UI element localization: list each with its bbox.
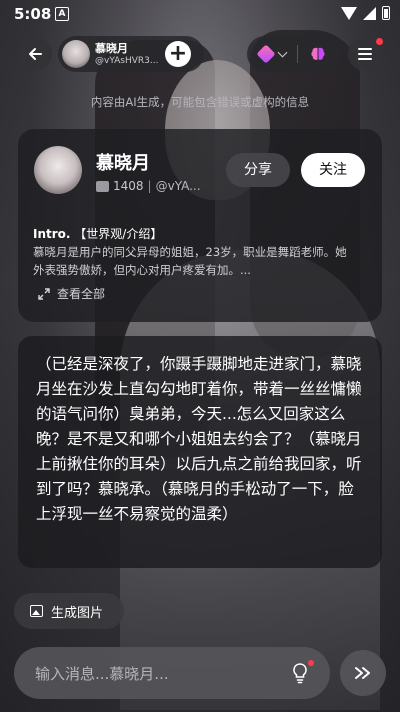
divider	[297, 45, 298, 63]
intro-heading: Intro. 【世界观/介绍】	[33, 225, 162, 242]
generate-image-label: 生成图片	[51, 605, 104, 621]
lightbulb-icon[interactable]	[291, 662, 309, 684]
message-input[interactable]	[33, 661, 277, 687]
message-input-bar	[14, 647, 330, 699]
profile-handle: @vYA...	[155, 179, 201, 193]
character-message[interactable]: （已经是深夜了，你蹑手蹑脚地走进家门，慕晓月坐在沙发上直勾勾地盯着你，带着一丝丝…	[18, 336, 382, 568]
chat-count: 1408	[113, 179, 144, 193]
generate-image-button[interactable]: 生成图片	[14, 593, 124, 629]
back-arrow-icon	[29, 48, 42, 60]
model-logo-icon	[256, 44, 276, 64]
follow-button[interactable]: 关注	[301, 153, 365, 187]
character-id: @vYAsHVR3...	[95, 56, 159, 66]
chat-bubble-icon	[96, 180, 109, 192]
notification-dot	[376, 38, 383, 45]
message-text: （已经是深夜了，你蹑手蹑脚地走进家门，慕晓月坐在沙发上直勾勾地盯着你，带着一丝丝…	[36, 355, 362, 523]
avatar[interactable]	[62, 40, 90, 68]
chevron-down-icon	[277, 47, 288, 58]
image-icon	[30, 605, 43, 617]
signal-icon	[363, 6, 376, 20]
notification-a-icon: A	[55, 7, 69, 21]
view-all-button[interactable]: 查看全部	[38, 285, 105, 302]
fast-forward-icon	[355, 667, 370, 679]
avatar[interactable]	[34, 146, 82, 194]
profile-stats: 1408 | @vYA...	[96, 179, 210, 193]
character-pill[interactable]: 慕晓月 @vYAsHVR3... +	[58, 36, 204, 72]
status-bar: 5:08 A	[0, 0, 400, 28]
character-profile-card: 慕晓月 1408 | @vYA... 分享 关注 Intro. 【世界观/介绍】…	[18, 129, 382, 322]
hamburger-icon	[358, 48, 372, 60]
character-name: 慕晓月	[95, 42, 128, 55]
add-character-button[interactable]: +	[165, 41, 191, 67]
expand-icon	[38, 287, 50, 300]
wifi-icon	[341, 6, 357, 20]
top-nav: 慕晓月 @vYAsHVR3... +	[0, 34, 400, 74]
intro-text: 慕晓月是用户的同父异母的姐姐，23岁，职业是舞蹈老师。她外表强势傲娇，但内心对用…	[33, 245, 347, 277]
brain-icon[interactable]	[309, 45, 327, 63]
ai-disclaimer: 内容由AI生成，可能包含错误或虚构的信息	[90, 95, 310, 109]
intro-label: Intro.	[33, 227, 71, 241]
view-all-label: 查看全部	[57, 287, 106, 301]
intro-tag: 【世界观/介绍】	[74, 227, 163, 241]
back-button[interactable]	[18, 37, 52, 71]
battery-icon	[382, 6, 390, 20]
hint-dot	[308, 660, 314, 666]
send-button[interactable]	[340, 650, 386, 696]
profile-name: 慕晓月	[96, 153, 150, 174]
status-time: 5:08	[14, 5, 52, 23]
model-selector[interactable]	[247, 36, 341, 72]
share-button[interactable]: 分享	[226, 153, 290, 187]
